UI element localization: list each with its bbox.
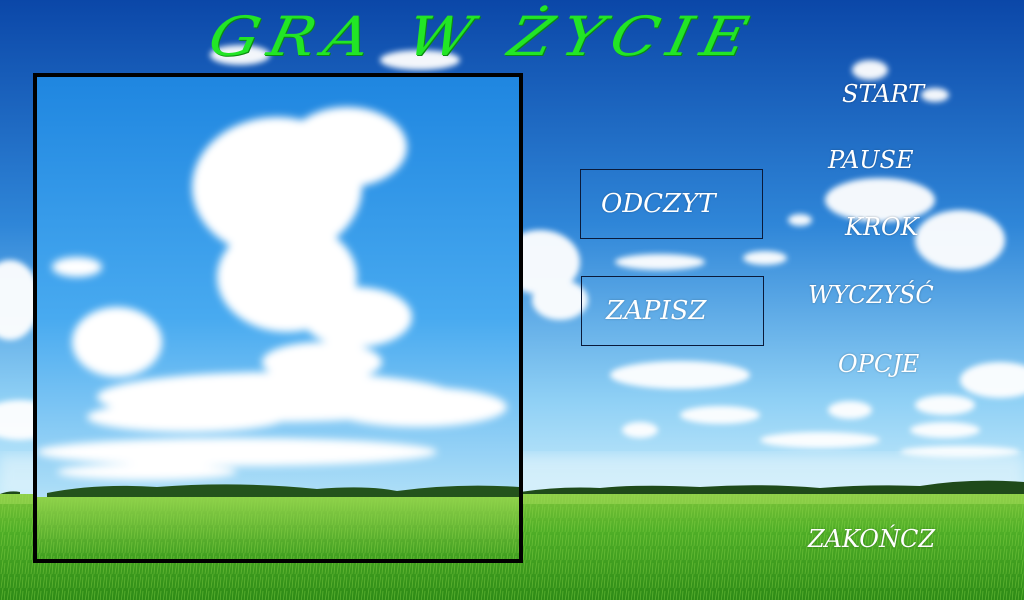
pause-button[interactable]: PAUSE [828, 146, 913, 174]
read-button-label: ODCZYT [601, 189, 716, 219]
read-button[interactable]: ODCZYT [580, 169, 763, 239]
save-button-label: ZAPISZ [606, 296, 707, 326]
start-button[interactable]: START [842, 80, 924, 108]
quit-button[interactable]: ZAKOŃCZ [808, 525, 935, 553]
step-button[interactable]: KROK [845, 213, 919, 241]
game-board[interactable] [33, 73, 523, 563]
board-background [37, 77, 519, 559]
options-button[interactable]: OPCJE [838, 350, 919, 378]
clear-button[interactable]: WYCZYŚĆ [808, 281, 934, 309]
save-button[interactable]: ZAPISZ [581, 276, 764, 346]
game-title: GRA W ŻYCIE [203, 5, 763, 68]
